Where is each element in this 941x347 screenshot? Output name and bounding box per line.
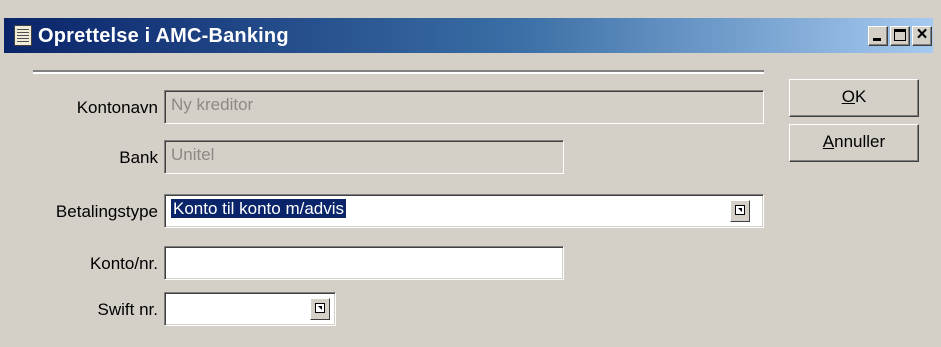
maximize-icon: [894, 29, 906, 41]
cancel-mnemonic: A: [822, 132, 835, 151]
ok-label-rest: K: [854, 87, 867, 106]
kontonavn-field[interactable]: Ny kreditor: [164, 90, 764, 124]
cancel-button[interactable]: Annuller: [789, 124, 919, 162]
cancel-label-rest: nnuller: [834, 132, 886, 151]
betalingstype-selected-value: Konto til konto m/advis: [171, 199, 347, 218]
form-icon: [14, 25, 32, 46]
betalingstype-dropdown-button[interactable]: [730, 200, 750, 222]
kontonavn-label: Kontonavn: [76, 98, 158, 117]
ok-button[interactable]: OK: [789, 79, 919, 117]
bank-label: Bank: [119, 148, 158, 167]
bank-field[interactable]: Unitel: [164, 140, 564, 174]
betalingstype-label: Betalingstype: [55, 202, 158, 221]
swift-nr-label: Swift nr.: [97, 300, 158, 319]
dialog-window: Oprettelse i AMC-Banking × Kontonavn Ny …: [0, 0, 941, 347]
betalingstype-select[interactable]: Konto til konto m/advis: [164, 194, 764, 228]
konto-nr-label: Konto/nr.: [89, 254, 158, 273]
minimize-icon: [873, 38, 881, 41]
maximize-button[interactable]: [890, 26, 910, 46]
minimize-button[interactable]: [868, 26, 888, 46]
dropdown-icon: [735, 205, 745, 215]
close-icon: ×: [916, 24, 928, 45]
dropdown-icon: [315, 303, 325, 313]
title-bar[interactable]: Oprettelse i AMC-Banking ×: [4, 18, 933, 53]
swift-nr-dropdown-button[interactable]: [310, 298, 330, 320]
konto-nr-field[interactable]: [164, 246, 564, 280]
window-title: Oprettelse i AMC-Banking: [38, 25, 289, 47]
close-button[interactable]: ×: [912, 24, 932, 46]
separator: [33, 70, 764, 74]
ok-mnemonic: O: [841, 87, 855, 106]
